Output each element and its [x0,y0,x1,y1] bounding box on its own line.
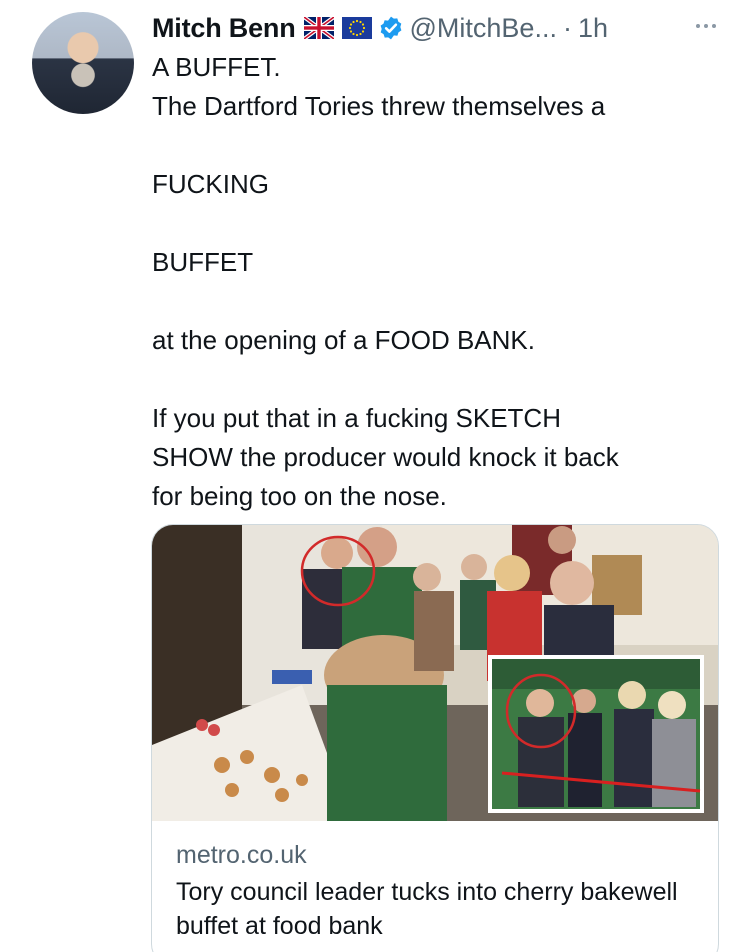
author-name[interactable]: Mitch Benn [152,13,296,44]
link-preview-image[interactable] [152,525,718,821]
tweet-text: A BUFFET. The Dartford Tories threw them… [152,48,722,516]
tweet-line: The Dartford Tories threw themselves a [152,91,606,121]
separator-dot: · [562,12,572,43]
author-avatar[interactable] [32,12,134,114]
tweet[interactable]: Mitch Benn @MitchBe... · 1h A BUFFET. Th… [0,0,750,952]
tweet-line: at the opening of a FOOD BANK. [152,325,535,355]
eu-flag-icon [341,17,372,39]
tweet-line: A BUFFET. [152,52,281,82]
link-domain[interactable]: metro.co.uk [176,841,307,870]
tweet-line: BUFFET [152,247,254,277]
uk-flag-icon [303,17,334,39]
link-preview-card[interactable]: metro.co.uk Tory council leader tucks in… [151,524,719,952]
link-title[interactable]: Tory council leader tucks into cherry ba… [176,875,696,943]
tweet-line: If you put that in a fucking SKETCH SHOW… [152,403,619,511]
author-handle[interactable]: @MitchBe... [410,13,557,44]
tweet-line: FUCKING [152,169,269,199]
more-options-icon[interactable] [686,16,726,36]
tweet-header: Mitch Benn @MitchBe... · 1h [152,8,608,48]
tweet-timestamp[interactable]: 1h [578,13,608,44]
verified-badge-icon [380,16,401,40]
